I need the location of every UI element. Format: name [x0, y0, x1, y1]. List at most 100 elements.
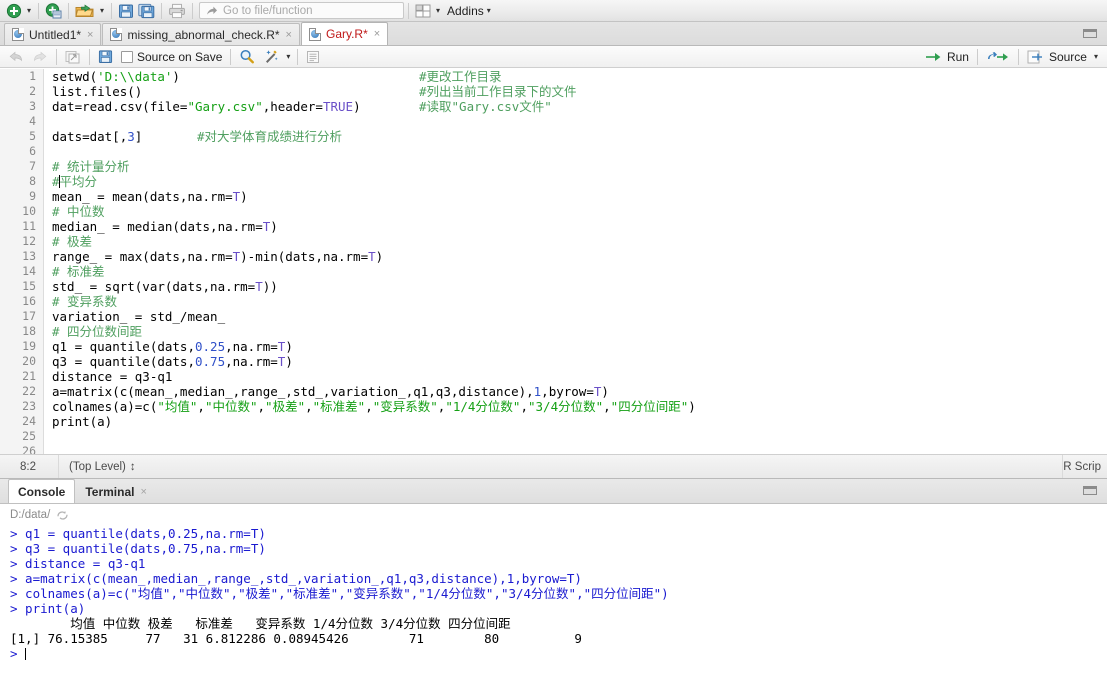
- line-number: 15: [22, 279, 36, 293]
- code-line[interactable]: 26: [0, 444, 1107, 454]
- code-line[interactable]: 9 mean_ = mean(dats,na.rm=T): [0, 189, 1107, 204]
- line-number: 25: [22, 429, 36, 443]
- code-line[interactable]: 20 q3 = quantile(dats,0.75,na.rm=T): [0, 354, 1107, 369]
- cursor-position: 8:2: [20, 460, 36, 473]
- code-tools-caret-icon[interactable]: ▾: [283, 52, 293, 61]
- editor-divider-4: [297, 48, 299, 65]
- source-tab-label: Untitled1*: [29, 27, 82, 42]
- editor-divider-6: [1017, 49, 1019, 65]
- addins-caret-icon[interactable]: ▾: [484, 6, 494, 15]
- console-output[interactable]: > q1 = quantile(dats,0.25,na.rm=T) > q3 =…: [0, 526, 1107, 678]
- code-text: # 极差: [52, 234, 93, 249]
- code-line[interactable]: 25: [0, 429, 1107, 444]
- toolbar-divider-4: [161, 2, 163, 19]
- close-icon[interactable]: ×: [373, 28, 380, 40]
- document-outline-icon[interactable]: [302, 47, 324, 67]
- line-number: 10: [22, 204, 36, 218]
- addins-label[interactable]: Addins: [443, 4, 484, 18]
- code-line[interactable]: 18 # 四分位数间距: [0, 324, 1107, 339]
- code-line[interactable]: 5 dats=dat[,3] #对大学体育成绩进行分析: [0, 129, 1107, 144]
- new-document-caret-icon[interactable]: ▾: [24, 6, 34, 15]
- code-line[interactable]: 6: [0, 144, 1107, 159]
- toolbar-divider-5: [192, 2, 194, 19]
- editor-status-bar: 8:2 (Top Level) ↕ R Scrip: [0, 454, 1107, 479]
- code-text: # 变异系数: [52, 294, 118, 309]
- close-icon[interactable]: ×: [86, 29, 93, 41]
- code-text: q1 = quantile(dats,0.25,na.rm=T): [52, 339, 293, 354]
- source-on-save-checkbox[interactable]: Source on Save: [117, 47, 226, 67]
- console-prompt[interactable]: >: [10, 646, 1107, 661]
- source-tab-gary[interactable]: Gary.R* ×: [300, 22, 389, 45]
- line-number: 12: [22, 234, 36, 248]
- code-line[interactable]: 24 print(a): [0, 414, 1107, 429]
- forward-arrow-icon[interactable]: [29, 47, 52, 67]
- code-line[interactable]: 10 # 中位数: [0, 204, 1107, 219]
- back-arrow-icon[interactable]: [4, 47, 29, 67]
- open-folder-icon[interactable]: [73, 1, 97, 21]
- source-tab-label: missing_abnormal_check.R*: [127, 27, 280, 42]
- code-editor[interactable]: 1 setwd('D:\\data') #更改工作目录 2 list.files() #列…: [0, 69, 1107, 454]
- workspace-panes-icon[interactable]: [413, 1, 433, 21]
- scope-label: (Top Level): [69, 460, 126, 473]
- source-pane-maximize-button[interactable]: [1079, 27, 1101, 40]
- show-in-new-window-icon[interactable]: [61, 47, 85, 67]
- code-lines[interactable]: 1 setwd('D:\\data') #更改工作目录 2 list.files() #列…: [0, 69, 1107, 454]
- code-line[interactable]: 17 variation_ = std_/mean_: [0, 309, 1107, 324]
- workspace-panes-caret-icon[interactable]: ▾: [433, 6, 443, 15]
- source-caret-icon[interactable]: ▾: [1091, 53, 1101, 61]
- code-line[interactable]: 22 a=matrix(c(mean_,median_,range_,std_,v…: [0, 384, 1107, 399]
- new-document-icon[interactable]: [4, 1, 24, 21]
- code-line[interactable]: 21 distance = q3-q1: [0, 369, 1107, 384]
- scope-selector[interactable]: (Top Level) ↕: [59, 461, 136, 473]
- code-line[interactable]: 12 # 极差: [0, 234, 1107, 249]
- console-pane-maximize-button[interactable]: [1079, 484, 1101, 497]
- editor-save-icon[interactable]: [94, 47, 117, 67]
- goto-arrow-icon: [207, 6, 218, 15]
- code-line[interactable]: 1 setwd('D:\\data') #更改工作目录: [0, 69, 1107, 84]
- code-line[interactable]: 7 # 统计量分析: [0, 159, 1107, 174]
- console-command-line: > colnames(a)=c("均值","中位数","极差","标准差","变…: [10, 586, 669, 601]
- goto-file-function-input[interactable]: Go to file/function: [199, 2, 405, 19]
- line-number: 9: [29, 189, 36, 203]
- code-line[interactable]: 14 # 标准差: [0, 264, 1107, 279]
- source-tab-untitled1[interactable]: Untitled1* ×: [4, 23, 102, 45]
- rerun-button[interactable]: [982, 47, 1014, 67]
- working-directory-label[interactable]: D:/data/: [10, 509, 50, 521]
- code-line[interactable]: 8 #平均分: [0, 174, 1107, 189]
- code-line[interactable]: 23 colnames(a)=c("均值","中位数","极差","标准差","变…: [0, 399, 1107, 414]
- run-button[interactable]: Run: [921, 47, 973, 67]
- line-number: 23: [22, 399, 36, 413]
- magnifier-icon[interactable]: [235, 47, 259, 67]
- source-button[interactable]: Source: [1023, 47, 1091, 67]
- close-icon[interactable]: ×: [285, 29, 292, 41]
- save-icon[interactable]: [116, 1, 136, 21]
- print-icon[interactable]: [166, 1, 188, 21]
- code-line[interactable]: 13 range_ = max(dats,na.rm=T)-min(dats,na…: [0, 249, 1107, 264]
- code-line[interactable]: 11 median_ = median(dats,na.rm=T): [0, 219, 1107, 234]
- tab-terminal[interactable]: Terminal ×: [75, 479, 157, 503]
- line-number: 21: [22, 369, 36, 383]
- source-tab-missing-abnormal-check[interactable]: missing_abnormal_check.R* ×: [102, 23, 300, 45]
- code-line[interactable]: 16 # 变异系数: [0, 294, 1107, 309]
- r-document-icon: [12, 28, 24, 41]
- save-all-icon[interactable]: [136, 1, 157, 21]
- code-line[interactable]: 3 dat=read.csv(file="Gary.csv",header=TRU…: [0, 99, 1107, 114]
- line-number: 19: [22, 339, 36, 353]
- open-folder-caret-icon[interactable]: ▾: [97, 6, 107, 15]
- file-type-label[interactable]: R Scrip: [1063, 461, 1105, 473]
- line-number: 6: [29, 144, 36, 158]
- scope-caret-icon: ↕: [129, 460, 136, 473]
- code-line[interactable]: 2 list.files() #列出当前工作目录下的文件: [0, 84, 1107, 99]
- line-number: 8: [29, 174, 36, 188]
- new-project-icon[interactable]: [43, 1, 64, 21]
- console-output-line: 均值 中位数 极差 标准差 变异系数 1/4分位数 3/4分位数 四分位间距: [10, 616, 511, 631]
- checkbox-box: [121, 50, 133, 63]
- tab-console[interactable]: Console: [8, 479, 76, 503]
- code-comment: #对大学体育成绩进行分析: [197, 129, 343, 144]
- code-line[interactable]: 4: [0, 114, 1107, 129]
- magic-wand-icon[interactable]: [259, 47, 283, 67]
- close-icon[interactable]: ×: [140, 486, 146, 498]
- code-line[interactable]: 19 q1 = quantile(dats,0.25,na.rm=T): [0, 339, 1107, 354]
- line-number: 3: [29, 99, 36, 113]
- code-line[interactable]: 15 std_ = sqrt(var(dats,na.rm=T)): [0, 279, 1107, 294]
